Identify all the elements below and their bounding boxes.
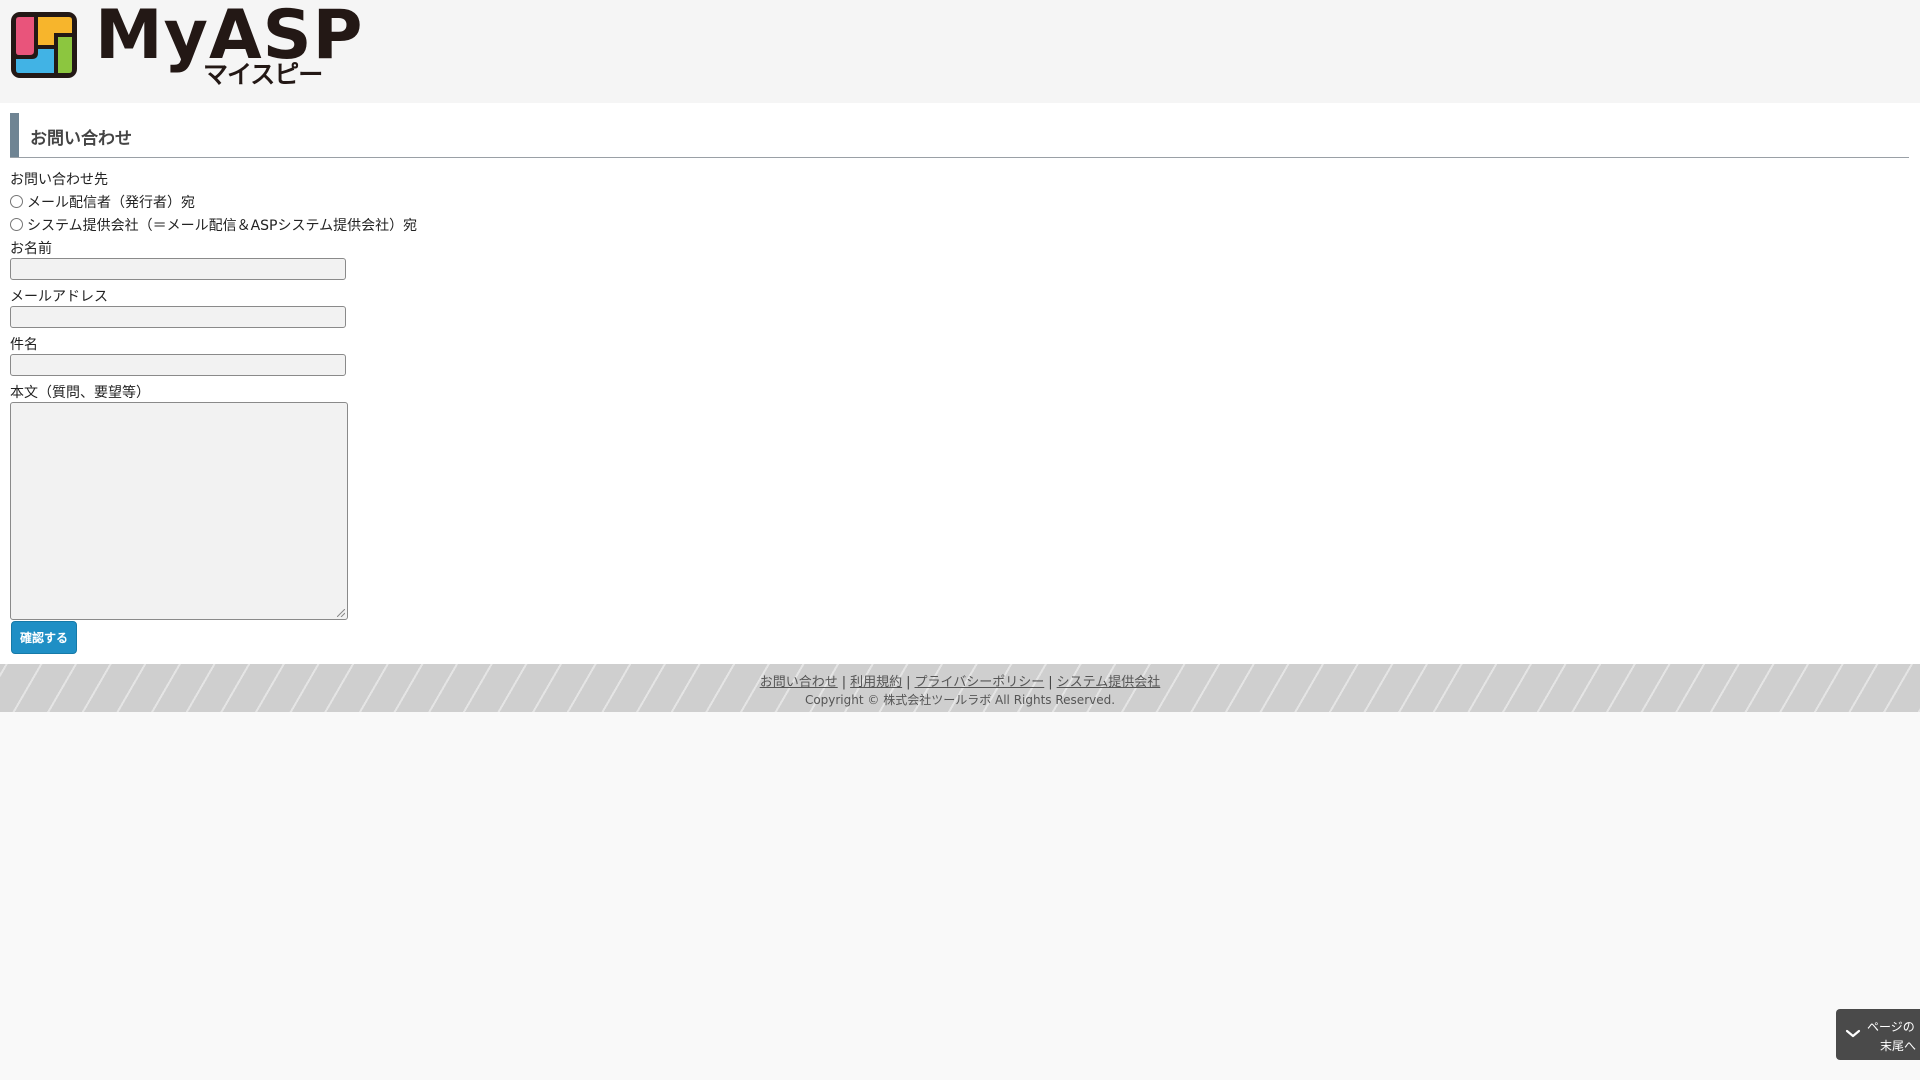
myasp-logo[interactable]: MyASP マイスピー [10, 2, 362, 90]
scroll-to-bottom-button[interactable]: ページの 末尾へ [1836, 1009, 1920, 1060]
myasp-logo-mark-icon [11, 12, 77, 78]
footer-links: お問い合わせ | 利用規約 | プライバシーポリシー | システム提供会社 [0, 671, 1920, 690]
scroll-label-line1: ページの [1867, 1020, 1915, 1034]
footer-link-system-provider[interactable]: システム提供会社 [1057, 675, 1161, 690]
footer-link-terms[interactable]: 利用規約 [850, 675, 902, 690]
radio-system-label[interactable]: システム提供会社（＝メール配信＆ASPシステム提供会社）宛 [27, 215, 417, 235]
radio-system[interactable] [10, 218, 23, 231]
name-field[interactable] [10, 258, 346, 280]
scroll-label-line2: 末尾へ [1880, 1039, 1917, 1053]
copyright-text: Copyright © 株式会社ツールラボ All Rights Reserve… [804, 693, 1116, 707]
chevron-down-icon [1845, 1029, 1861, 1038]
radio-publisher-label[interactable]: メール配信者（発行者）宛 [27, 192, 195, 212]
page-title: お問い合わせ [30, 129, 132, 149]
body-label: 本文（質問、要望等） [10, 385, 150, 401]
footer-separator: | [906, 675, 911, 690]
main-content: お問い合わせ お問い合わせ先 メール配信者（発行者）宛 システム提供会社（＝メー… [0, 103, 1920, 664]
footer-link-contact[interactable]: お問い合わせ [760, 675, 838, 690]
resize-grip-icon[interactable] [337, 609, 345, 617]
email-field[interactable] [10, 306, 346, 328]
destination-label: お問い合わせ先 [10, 172, 108, 188]
site-header: MyASP マイスピー [0, 0, 1920, 103]
footer-separator: | [841, 675, 847, 690]
footer-separator: | [1048, 675, 1053, 690]
site-footer: お問い合わせ | 利用規約 | プライバシーポリシー | システム提供会社 Copyrigh… [0, 664, 1920, 712]
body-textarea[interactable] [10, 402, 348, 620]
title-accent-bar [10, 113, 19, 157]
subject-field[interactable] [10, 354, 346, 376]
logo-kana: マイスピー [203, 60, 323, 89]
page-title-block: お問い合わせ [10, 113, 1909, 158]
name-label: お名前 [10, 241, 52, 257]
radio-publisher[interactable] [10, 195, 23, 208]
subject-label: 件名 [10, 337, 38, 353]
footer-link-privacy[interactable]: プライバシーポリシー [915, 675, 1045, 690]
email-label: メールアドレス [10, 289, 108, 305]
confirm-button[interactable]: 確認する [11, 621, 77, 654]
